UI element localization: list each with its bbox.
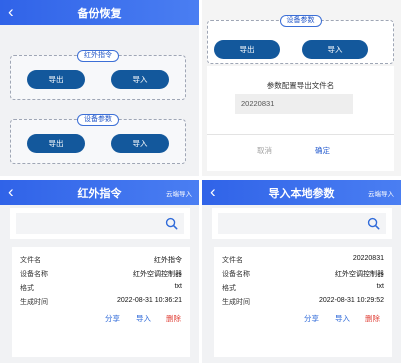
param-import-button[interactable]: 导入 xyxy=(111,134,169,153)
page-title: 备份恢复 xyxy=(77,8,122,20)
device-name-value: 红外空调控制器 xyxy=(133,271,182,278)
generated-time-row: 生成时间 2022-08-31 10:29:52 xyxy=(222,297,384,308)
file-name-value: 红外指令 xyxy=(154,257,182,264)
generated-time-row: 生成时间 2022-08-31 10:36:21 xyxy=(20,297,182,308)
delete-button[interactable]: 删除 xyxy=(166,313,181,324)
file-name-value: 20220831 xyxy=(352,255,384,262)
dialog-prompt: 参数配置导出文件名 xyxy=(266,81,335,90)
file-card[interactable]: 文件名 20220831 设备名称 红外空调控制器 格式 txt 生成时间 20… xyxy=(214,247,392,357)
file-name-row: 文件名 红外指令 xyxy=(20,255,182,266)
delete-button[interactable]: 删除 xyxy=(365,313,380,324)
device-name-row: 设备名称 红外空调控制器 xyxy=(222,269,384,280)
file-name-label: 文件名 xyxy=(20,257,41,264)
filename-dialog: 参数配置导出文件名 20220831 取消 确定 xyxy=(207,66,394,171)
device-name-value: 红外空调控制器 xyxy=(335,271,384,278)
generated-time-value: 2022-08-31 10:36:21 xyxy=(117,297,182,304)
param-export-button[interactable]: 导出 xyxy=(27,134,85,153)
format-row: 格式 txt xyxy=(20,283,182,294)
backup-restore-screen: ‹ 备份恢复 红外指令 导出 导入 设备参数 导出 导入 xyxy=(0,0,199,176)
search-card xyxy=(10,208,190,239)
search-icon[interactable] xyxy=(165,217,178,230)
device-name-label: 设备名称 xyxy=(222,271,250,278)
ir-command-group-label: 红外指令 xyxy=(77,50,119,62)
format-label: 格式 xyxy=(20,285,34,292)
format-value: txt xyxy=(174,283,182,290)
search-input[interactable] xyxy=(16,213,184,234)
cloud-import-link[interactable]: 云端导入 xyxy=(166,188,192,198)
divider xyxy=(207,134,394,135)
cloud-import-link[interactable]: 云端导入 xyxy=(368,188,394,198)
device-param-group: 设备参数 导出 导入 xyxy=(10,114,186,164)
import-button[interactable]: 导入 xyxy=(136,313,151,324)
device-param-group-label: 设备参数 xyxy=(77,114,119,126)
format-row: 格式 txt xyxy=(222,283,384,294)
device-name-row: 设备名称 红外空调控制器 xyxy=(20,269,182,280)
ir-command-screen: ‹ 红外指令 云端导入 文件名 红外指令 设备名称 红外空调控制器 格式 txt… xyxy=(0,180,199,363)
cancel-button[interactable]: 取消 xyxy=(257,145,272,156)
search-input[interactable] xyxy=(218,213,386,234)
file-name-label: 文件名 xyxy=(222,257,243,264)
file-name-row: 文件名 20220831 xyxy=(222,255,384,266)
filename-input[interactable]: 20220831 xyxy=(235,94,353,114)
import-local-params-screen: ‹ 导入本地参数 云端导入 文件名 20220831 设备名称 红外空调控制器 … xyxy=(202,180,401,363)
file-card[interactable]: 文件名 红外指令 设备名称 红外空调控制器 格式 txt 生成时间 2022-0… xyxy=(12,247,190,357)
generated-time-label: 生成时间 xyxy=(20,299,48,306)
search-icon[interactable] xyxy=(367,217,380,230)
share-button[interactable]: 分享 xyxy=(304,313,319,324)
search-card xyxy=(212,208,392,239)
device-param-group-label: 设备参数 xyxy=(279,15,322,27)
top-bar: ‹ 红外指令 云端导入 xyxy=(0,180,199,205)
device-param-group: 设备参数 导出 导入 xyxy=(207,15,394,64)
generated-time-label: 生成时间 xyxy=(222,299,250,306)
param-import-button[interactable]: 导入 xyxy=(302,40,368,59)
ir-import-button[interactable]: 导入 xyxy=(111,70,169,89)
import-button[interactable]: 导入 xyxy=(335,313,350,324)
generated-time-value: 2022-08-31 10:29:52 xyxy=(319,297,384,304)
format-label: 格式 xyxy=(222,285,236,292)
export-dialog-screen: 设备参数 导出 导入 参数配置导出文件名 20220831 取消 确定 xyxy=(202,0,401,176)
device-name-label: 设备名称 xyxy=(20,271,48,278)
top-bar: ‹ 备份恢复 xyxy=(0,0,199,25)
confirm-button[interactable]: 确定 xyxy=(315,145,330,156)
ir-command-group: 红外指令 导出 导入 xyxy=(10,50,186,100)
format-value: txt xyxy=(376,283,384,290)
ir-export-button[interactable]: 导出 xyxy=(27,70,85,89)
top-bar: ‹ 导入本地参数 云端导入 xyxy=(202,180,401,205)
share-button[interactable]: 分享 xyxy=(105,313,120,324)
param-export-button[interactable]: 导出 xyxy=(214,40,280,59)
